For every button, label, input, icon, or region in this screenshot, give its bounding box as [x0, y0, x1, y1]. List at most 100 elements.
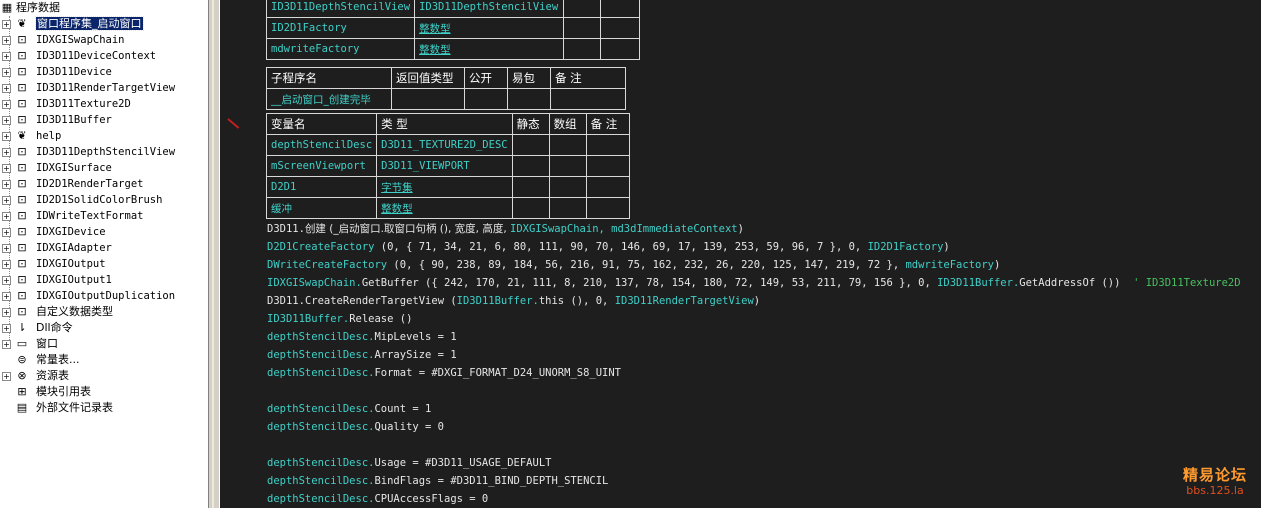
- table-cell[interactable]: D3D11_VIEWPORT: [376, 155, 513, 177]
- code-line[interactable]: depthStencilDesc.Usage = #D3D11_USAGE_DE…: [267, 454, 551, 472]
- expand-icon[interactable]: +: [2, 276, 11, 285]
- code-line[interactable]: D3D11.创建 (_启动窗口.取窗口句柄 (), 宽度, 高度, IDXGIS…: [267, 220, 744, 238]
- code-line[interactable]: depthStencilDesc.Quality = 0: [267, 418, 444, 436]
- subroutine-table: 子程序名 返回值类型 公开 易包备 注 __启动窗口_创建完毕: [266, 67, 626, 110]
- table-cell[interactable]: [585, 134, 630, 156]
- table-row[interactable]: D2D1 字节集: [265, 176, 630, 198]
- code-line[interactable]: depthStencilDesc.CPUAccessFlags = 0: [267, 490, 488, 508]
- table-cell[interactable]: [511, 176, 550, 198]
- table-cell[interactable]: [563, 38, 602, 60]
- table-cell[interactable]: __启动窗口_创建完毕: [266, 88, 392, 110]
- expand-icon[interactable]: +: [2, 244, 11, 253]
- table-cell[interactable]: 整数型: [376, 197, 513, 219]
- table-cell[interactable]: [600, 0, 641, 18]
- table-cell[interactable]: [548, 134, 587, 156]
- expand-icon[interactable]: +: [2, 260, 11, 269]
- column-header[interactable]: 子程序名: [266, 67, 392, 89]
- expand-icon[interactable]: +: [2, 196, 11, 205]
- table-cell[interactable]: [464, 88, 508, 110]
- table-cell[interactable]: 字节集: [376, 176, 513, 198]
- table-row[interactable]: ID3D11DepthStencilView ID3D11DepthStencil…: [265, 0, 641, 18]
- table-cell[interactable]: 缓冲: [265, 197, 378, 219]
- column-header[interactable]: 类 型: [376, 113, 513, 135]
- table-cell[interactable]: D3D11_TEXTURE2D_DESC: [376, 134, 513, 156]
- panel-splitter[interactable]: [208, 0, 220, 508]
- expand-icon[interactable]: +: [2, 372, 11, 381]
- expand-icon[interactable]: +: [2, 116, 11, 125]
- expand-icon[interactable]: +: [2, 212, 11, 221]
- column-header[interactable]: 变量名: [265, 113, 378, 135]
- column-header[interactable]: 公开: [464, 67, 508, 89]
- table-cell[interactable]: mScreenViewport: [265, 155, 378, 177]
- table-cell[interactable]: [585, 197, 630, 219]
- expand-icon[interactable]: +: [2, 52, 11, 61]
- column-header[interactable]: 静态: [511, 113, 550, 135]
- table-cell[interactable]: 整数型: [414, 17, 565, 39]
- code-token: D3D11.: [267, 295, 305, 307]
- expand-icon[interactable]: +: [2, 308, 11, 317]
- table-row[interactable]: ID2D1Factory 整数型: [265, 17, 641, 39]
- table-cell[interactable]: ID2D1Factory: [265, 17, 416, 39]
- column-header[interactable]: 返回值类型: [391, 67, 465, 89]
- column-header[interactable]: 备 注: [550, 67, 626, 89]
- code-editor[interactable]: ID3D11DepthStencilView ID3D11DepthStencil…: [220, 0, 1261, 508]
- table-cell[interactable]: [391, 88, 465, 110]
- tree-item-label: 外部文件记录表: [36, 401, 113, 414]
- tree-item-label: ID3D11Texture2D: [36, 98, 131, 110]
- table-cell[interactable]: [563, 17, 602, 39]
- expand-icon[interactable]: +: [2, 132, 11, 141]
- table-cell[interactable]: [550, 88, 626, 110]
- table-cell[interactable]: [563, 0, 602, 18]
- code-line[interactable]: depthStencilDesc.ArraySize = 1: [267, 346, 457, 364]
- table-row[interactable]: depthStencilDesc D3D11_TEXTURE2D_DESC: [265, 134, 630, 156]
- table-cell[interactable]: [548, 197, 587, 219]
- table-cell[interactable]: [600, 38, 641, 60]
- table-cell[interactable]: [600, 17, 641, 39]
- table-cell[interactable]: D2D1: [265, 176, 378, 198]
- column-header[interactable]: 数组: [548, 113, 587, 135]
- table-cell[interactable]: [585, 176, 630, 198]
- table-cell[interactable]: [511, 155, 550, 177]
- program-tree-panel[interactable]: ▦ 程序数据 + ❦ 窗口程序集_启动窗口 + ⊡ IDXGISwapChain + ⊡ ID3…: [0, 0, 208, 508]
- table-cell[interactable]: [511, 197, 550, 219]
- expand-icon[interactable]: +: [2, 180, 11, 189]
- expand-icon[interactable]: +: [2, 68, 11, 77]
- code-line[interactable]: depthStencilDesc.Format = #DXGI_FORMAT_D…: [267, 364, 621, 382]
- expand-icon[interactable]: +: [2, 340, 11, 349]
- expand-icon[interactable]: +: [2, 20, 11, 29]
- expand-icon[interactable]: +: [2, 100, 11, 109]
- table-cell[interactable]: [507, 88, 551, 110]
- code-line[interactable]: D2D1CreateFactory (0, { 71, 34, 21, 6, 8…: [267, 238, 950, 256]
- class-icon: ⊡: [17, 161, 27, 174]
- code-line[interactable]: ID3D11Buffer.Release (): [267, 310, 412, 328]
- expand-icon[interactable]: +: [2, 228, 11, 237]
- expand-icon[interactable]: +: [2, 324, 11, 333]
- table-cell[interactable]: ID3D11DepthStencilView: [414, 0, 565, 18]
- table-cell[interactable]: [548, 176, 587, 198]
- expand-icon[interactable]: +: [2, 84, 11, 93]
- expand-icon[interactable]: +: [2, 148, 11, 157]
- table-cell[interactable]: depthStencilDesc: [265, 134, 378, 156]
- code-token: ' ID3D11Texture2D: [1120, 277, 1241, 289]
- column-header[interactable]: 备 注: [585, 113, 630, 135]
- table-cell[interactable]: ID3D11DepthStencilView: [265, 0, 416, 18]
- column-header[interactable]: 易包: [507, 67, 551, 89]
- expand-icon[interactable]: +: [2, 292, 11, 301]
- table-row[interactable]: mdwriteFactory 整数型: [265, 38, 641, 60]
- expand-icon[interactable]: +: [2, 36, 11, 45]
- table-row[interactable]: __启动窗口_创建完毕: [266, 88, 626, 110]
- code-line[interactable]: depthStencilDesc.Count = 1: [267, 400, 431, 418]
- code-line[interactable]: DWriteCreateFactory (0, { 90, 238, 89, 1…: [267, 256, 1000, 274]
- table-cell[interactable]: mdwriteFactory: [265, 38, 416, 60]
- expand-icon[interactable]: +: [2, 164, 11, 173]
- table-cell[interactable]: [511, 134, 550, 156]
- table-cell[interactable]: 整数型: [414, 38, 565, 60]
- table-cell[interactable]: [548, 155, 587, 177]
- table-row[interactable]: mScreenViewport D3D11_VIEWPORT: [265, 155, 630, 177]
- code-line[interactable]: depthStencilDesc.BindFlags = #D3D11_BIND…: [267, 472, 608, 490]
- table-row[interactable]: 缓冲 整数型: [265, 197, 630, 219]
- code-line[interactable]: D3D11.CreateRenderTargetView (ID3D11Buff…: [267, 292, 760, 310]
- code-line[interactable]: IDXGISwapChain.GetBuffer ({ 242, 170, 21…: [267, 274, 1241, 292]
- table-cell[interactable]: [585, 155, 630, 177]
- code-line[interactable]: depthStencilDesc.MipLevels = 1: [267, 328, 457, 346]
